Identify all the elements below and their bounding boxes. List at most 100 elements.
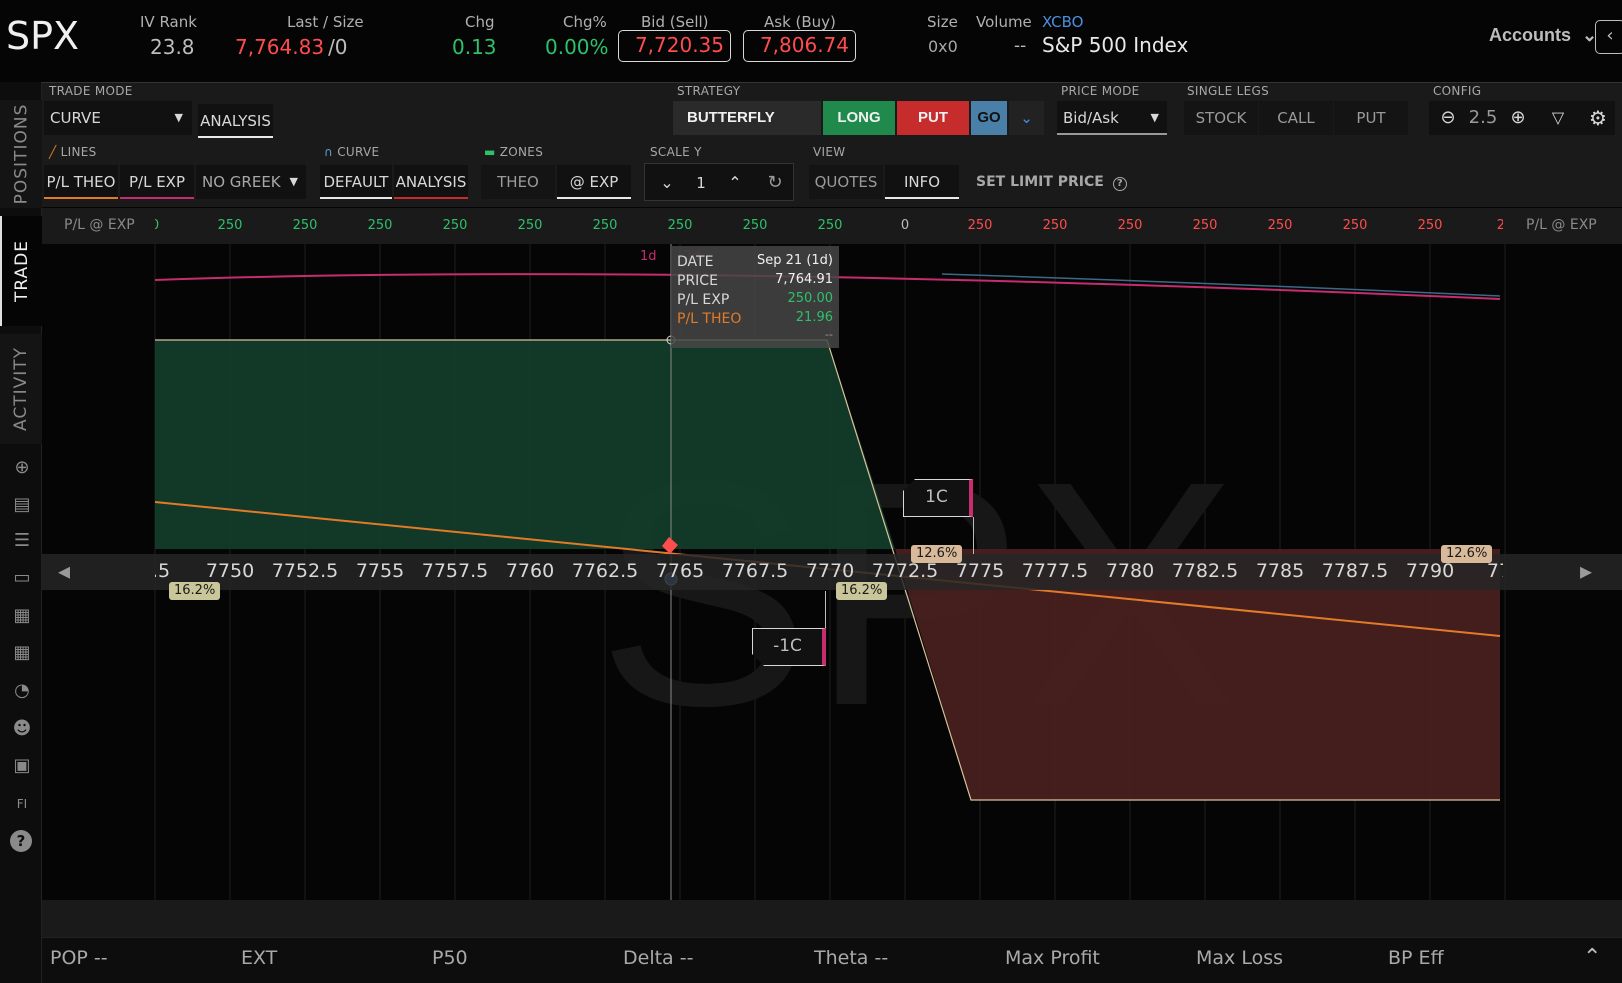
prob-tag-left: 16.2% bbox=[169, 582, 221, 600]
stock-button[interactable]: STOCK bbox=[1184, 101, 1258, 135]
zones-exp-button[interactable]: @ EXP bbox=[557, 165, 631, 199]
view-quotes-button[interactable]: QUOTES bbox=[809, 165, 883, 199]
single-legs-label: SINGLE LEGS bbox=[1187, 84, 1269, 98]
last-price: 7,764.83 bbox=[235, 35, 325, 59]
zones-theo-button[interactable]: THEO bbox=[481, 165, 555, 199]
put-button[interactable]: PUT bbox=[897, 101, 969, 135]
put-leg-button[interactable]: PUT bbox=[1334, 101, 1408, 135]
long-button[interactable]: LONG bbox=[823, 101, 895, 135]
pl-value-cell: 250 bbox=[1117, 218, 1143, 233]
accounts-button[interactable]: Accounts ⌄ bbox=[1489, 25, 1597, 46]
expand-footer-icon[interactable]: ⌃ bbox=[1583, 945, 1601, 970]
grid-chart-icon[interactable]: ▦ bbox=[10, 604, 34, 628]
bid-price-box[interactable]: 7,720.35 bbox=[618, 30, 731, 62]
filter-icon[interactable]: ▽ bbox=[1545, 101, 1571, 135]
gear-icon[interactable]: ⚙ bbox=[1584, 101, 1612, 135]
stat-theta: Theta -- bbox=[814, 947, 889, 969]
call-button[interactable]: CALL bbox=[1259, 101, 1333, 135]
tab-trade[interactable]: TRADE bbox=[0, 216, 42, 326]
pl-value-cell: 250 bbox=[592, 218, 618, 233]
prob-tag-right-a: 12.6% bbox=[911, 545, 963, 563]
people-icon[interactable]: ☻ bbox=[10, 717, 34, 741]
zoom-in-icon[interactable]: ⊕ bbox=[1503, 101, 1533, 135]
chg-pct-label: Chg% bbox=[563, 13, 607, 31]
dashboard-icon[interactable]: ▦ bbox=[10, 641, 34, 665]
zoom-value: 2.5 bbox=[1468, 107, 1498, 128]
refresh-icon[interactable]: ↻ bbox=[760, 166, 790, 200]
pl-value-cell: 250 bbox=[1042, 218, 1068, 233]
dropdown-arrow-icon: ▼ bbox=[289, 175, 298, 188]
calendar-icon[interactable]: ▣ bbox=[10, 754, 34, 778]
pl-value-cell: 0 bbox=[155, 218, 185, 233]
prob-tag-right-b: 12.6% bbox=[1441, 545, 1493, 563]
collapse-panel-button[interactable]: ‹ bbox=[1595, 20, 1622, 54]
scale-up-icon[interactable]: ⌃ bbox=[720, 166, 750, 200]
price-mode-select[interactable]: Bid/Ask ▼ bbox=[1057, 101, 1167, 135]
volume-label: Volume bbox=[976, 13, 1032, 31]
tooltip-price-label: PRICE bbox=[677, 273, 718, 289]
pl-exp-button[interactable]: P/L EXP bbox=[120, 165, 194, 199]
analysis-button[interactable]: ANALYSIS bbox=[198, 104, 273, 138]
chart-bottom-band bbox=[42, 900, 1622, 937]
tooltip-price-value: 7,764.91 bbox=[775, 272, 833, 287]
tooltip-pltheo-label: P/L THEO bbox=[677, 311, 742, 327]
pl-value-cell: 250 bbox=[667, 218, 693, 233]
stat-delta: Delta -- bbox=[623, 947, 694, 969]
pl-value-cell: 250 bbox=[217, 218, 243, 233]
tooltip-extra-value: -- bbox=[825, 328, 833, 341]
zones-icon: ▬ bbox=[484, 145, 496, 159]
tooltip-date-value: Sep 21 (1d) bbox=[757, 253, 833, 268]
scale-down-icon[interactable]: ⌄ bbox=[652, 166, 682, 200]
greek-select[interactable]: NO GREEK ▼ bbox=[196, 165, 306, 199]
leg-short-call-tag[interactable]: 1C bbox=[903, 479, 973, 517]
chart-icon[interactable]: ▤ bbox=[10, 493, 34, 517]
pl-value-cell: 250 bbox=[742, 218, 768, 233]
leg-short-connector bbox=[973, 517, 974, 554]
scale-value: 1 bbox=[696, 174, 706, 192]
help-icon[interactable]: ? bbox=[10, 830, 32, 852]
zoom-out-icon[interactable]: ⊖ bbox=[1433, 101, 1463, 135]
day-marker-1d: 1d bbox=[640, 249, 657, 264]
view-info-button[interactable]: INFO bbox=[885, 165, 959, 199]
curve-default-button[interactable]: DEFAULT bbox=[320, 165, 392, 199]
go-dropdown-button[interactable]: ⌄ bbox=[1009, 101, 1044, 135]
set-limit-price-link[interactable]: SET LIMIT PRICE ? bbox=[976, 174, 1127, 191]
dropdown-arrow-icon: ▼ bbox=[174, 111, 183, 124]
leg-long-connector bbox=[825, 591, 826, 628]
price-tick-label: 779 bbox=[1486, 560, 1503, 582]
accounts-label: Accounts bbox=[1489, 25, 1572, 45]
last-size: /0 bbox=[328, 35, 348, 59]
go-button[interactable]: GO bbox=[971, 101, 1007, 135]
scroll-left-icon[interactable]: ◂ bbox=[58, 557, 70, 585]
pl-theo-button[interactable]: P/L THEO bbox=[44, 165, 118, 199]
ask-label: Ask (Buy) bbox=[764, 13, 836, 31]
tooltip-plexp-value: 250.00 bbox=[787, 291, 834, 306]
bid-label: Bid (Sell) bbox=[641, 13, 709, 31]
curve-analysis-button[interactable]: ANALYSIS bbox=[394, 165, 468, 199]
help-circle-icon[interactable]: ? bbox=[1112, 177, 1127, 191]
scroll-right-icon[interactable]: ▸ bbox=[1580, 557, 1592, 585]
fi-icon[interactable]: FI bbox=[10, 792, 34, 816]
symbol-title[interactable]: SPX bbox=[6, 14, 79, 58]
leg-long-call-tag[interactable]: -1C bbox=[752, 628, 826, 666]
pl-value-cell: 250 bbox=[817, 218, 843, 233]
exchange-link[interactable]: XCBO bbox=[1042, 13, 1084, 31]
pl-value-cell: 250 bbox=[967, 218, 993, 233]
tab-positions[interactable]: POSITIONS bbox=[0, 100, 42, 208]
crosshair-icon[interactable]: ⊕ bbox=[10, 456, 34, 480]
list-icon[interactable]: ☰ bbox=[10, 529, 34, 553]
pl-value-cell: 250 bbox=[1267, 218, 1293, 233]
last-size-value: 7,764.83/0 bbox=[235, 35, 348, 59]
info-tooltip: DATE Sep 21 (1d) PRICE 7,764.91 P/L EXP … bbox=[671, 246, 839, 348]
pl-value-cell: 250 bbox=[1192, 218, 1218, 233]
strategy-select[interactable]: BUTTERFLY bbox=[673, 101, 821, 135]
scale-y-label: SCALE Y bbox=[650, 145, 702, 159]
chevron-down-icon: ⌄ bbox=[1020, 109, 1033, 127]
pl-header-right: P/L @ EXP bbox=[1526, 217, 1597, 233]
tv-icon[interactable]: ▭ bbox=[10, 566, 34, 590]
tab-activity[interactable]: ACTIVITY bbox=[0, 334, 42, 444]
trade-mode-select[interactable]: CURVE ▼ bbox=[44, 101, 192, 135]
gauge-icon[interactable]: ◔ bbox=[10, 679, 34, 703]
iv-rank-value: 23.8 bbox=[150, 35, 195, 59]
ask-price-box[interactable]: 7,806.74 bbox=[743, 30, 856, 62]
